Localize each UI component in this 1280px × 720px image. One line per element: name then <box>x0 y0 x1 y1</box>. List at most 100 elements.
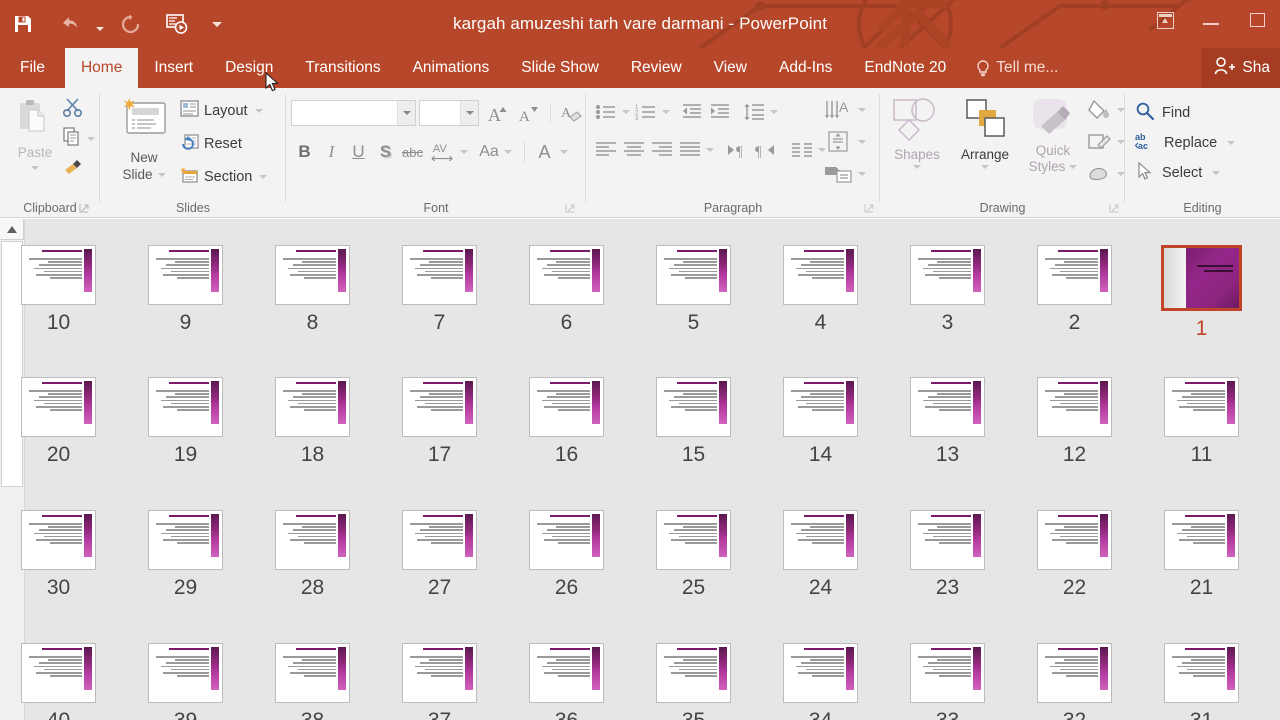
slide-thumbnail-12[interactable]: 12 <box>1018 377 1131 467</box>
bold-button[interactable]: B <box>291 137 318 167</box>
slide-thumbnail-39[interactable]: 39 <box>129 643 242 720</box>
slide-thumbnail-8[interactable]: 8 <box>256 245 369 335</box>
bullets-dropdown-icon[interactable] <box>620 98 632 126</box>
slide-thumbnail-1[interactable]: 1 <box>1145 245 1258 341</box>
font-name-dropdown-icon[interactable] <box>397 101 415 125</box>
align-right-button[interactable] <box>648 136 676 164</box>
slide-thumbnail-5[interactable]: 5 <box>637 245 750 335</box>
change-case-button[interactable]: Aa <box>474 137 504 167</box>
decrease-indent-button[interactable] <box>678 98 706 126</box>
columns-button[interactable] <box>788 136 816 164</box>
reset-button[interactable]: Reset <box>180 127 280 160</box>
numbering-dropdown-icon[interactable] <box>660 98 672 126</box>
character-spacing-dropdown-icon[interactable] <box>460 150 468 154</box>
restore-icon[interactable] <box>1234 2 1280 38</box>
font-name-input[interactable] <box>292 105 397 121</box>
text-direction-button[interactable]: A <box>824 94 866 126</box>
slide-thumbnail-29[interactable]: 29 <box>129 510 242 600</box>
slide-thumbnail-14[interactable]: 14 <box>764 377 877 467</box>
slide-thumbnail-11[interactable]: 11 <box>1145 377 1258 467</box>
quick-styles-button[interactable]: Quick Styles <box>1022 96 1084 175</box>
cut-button[interactable] <box>62 94 102 124</box>
tab-home[interactable]: Home <box>64 48 139 88</box>
slide-thumbnail-9[interactable]: 9 <box>129 245 242 335</box>
decrease-font-size-button[interactable]: A <box>514 98 544 128</box>
font-size-combobox[interactable] <box>419 100 479 126</box>
shape-fill-button[interactable] <box>1086 94 1125 126</box>
scroll-up-button[interactable] <box>0 219 24 240</box>
paste-dropdown-icon[interactable] <box>31 166 39 170</box>
tab-view[interactable]: View <box>698 48 763 88</box>
slide-thumbnail-19[interactable]: 19 <box>129 377 242 467</box>
shapes-dropdown-icon[interactable] <box>913 165 921 169</box>
slide-thumbnail-22[interactable]: 22 <box>1018 510 1131 600</box>
section-dropdown-icon[interactable] <box>259 174 268 179</box>
slide-thumbnail-3[interactable]: 3 <box>891 245 1004 335</box>
tab-slide-show[interactable]: Slide Show <box>505 48 615 88</box>
slide-thumbnail-23[interactable]: 23 <box>891 510 1004 600</box>
numbering-button[interactable]: 123 <box>632 98 660 126</box>
font-size-dropdown-icon[interactable] <box>460 101 478 125</box>
tab-review[interactable]: Review <box>615 48 698 88</box>
replace-dropdown-icon[interactable] <box>1227 141 1236 145</box>
layout-dropdown-icon[interactable] <box>254 108 263 113</box>
font-dialog-launcher[interactable] <box>564 201 576 213</box>
slide-thumbnail-13[interactable]: 13 <box>891 377 1004 467</box>
slide-thumbnail-15[interactable]: 15 <box>637 377 750 467</box>
undo-dropdown-icon[interactable] <box>92 3 108 45</box>
tab-animations[interactable]: Animations <box>397 48 506 88</box>
shape-effects-button[interactable] <box>1086 158 1125 190</box>
arrange-dropdown-icon[interactable] <box>981 165 989 169</box>
drawing-dialog-launcher[interactable] <box>1108 201 1120 213</box>
slide-thumbnail-18[interactable]: 18 <box>256 377 369 467</box>
select-dropdown-icon[interactable] <box>1212 171 1221 175</box>
slide-thumbnail-31[interactable]: 31 <box>1145 643 1258 720</box>
slide-thumbnail-40[interactable]: 40 <box>2 643 115 720</box>
change-case-dropdown-icon[interactable] <box>504 150 512 154</box>
paste-button[interactable]: Paste <box>8 98 62 170</box>
slide-thumbnail-27[interactable]: 27 <box>383 510 496 600</box>
shape-outline-button[interactable] <box>1086 126 1125 158</box>
slide-thumbnail-38[interactable]: 38 <box>256 643 369 720</box>
slide-thumbnail-25[interactable]: 25 <box>637 510 750 600</box>
format-painter-button[interactable] <box>62 154 102 184</box>
copy-button[interactable] <box>62 124 102 154</box>
convert-to-smartart-dropdown-icon[interactable] <box>858 172 866 176</box>
tab-transitions[interactable]: Transitions <box>289 48 396 88</box>
tab-insert[interactable]: Insert <box>138 48 209 88</box>
slide-thumbnail-32[interactable]: 32 <box>1018 643 1131 720</box>
start-from-beginning-icon[interactable] <box>154 3 200 45</box>
new-slide-dropdown-icon[interactable] <box>157 172 166 177</box>
customize-quick-access-toolbar-icon[interactable] <box>200 3 234 45</box>
slide-thumbnail-24[interactable]: 24 <box>764 510 877 600</box>
new-slide-button[interactable]: New Slide <box>110 96 178 183</box>
text-direction-dropdown-icon[interactable] <box>858 108 866 112</box>
rtl-text-direction-button[interactable]: ¶ <box>752 136 780 164</box>
tab-design[interactable]: Design <box>209 48 289 88</box>
section-button[interactable]: Section <box>180 160 280 193</box>
align-text-button[interactable] <box>824 126 866 158</box>
copy-dropdown-icon[interactable] <box>87 137 95 141</box>
strikethrough-button[interactable]: abc <box>399 137 426 167</box>
line-spacing-button[interactable] <box>740 98 768 126</box>
ltr-text-direction-button[interactable]: ¶ <box>724 136 752 164</box>
select-button[interactable]: Select <box>1135 158 1235 188</box>
italic-button[interactable]: I <box>318 137 345 167</box>
slide-thumbnail-21[interactable]: 21 <box>1145 510 1258 600</box>
increase-font-size-button[interactable]: A <box>484 98 514 128</box>
slide-thumbnail-17[interactable]: 17 <box>383 377 496 467</box>
find-button[interactable]: Find <box>1135 98 1235 128</box>
slide-thumbnail-7[interactable]: 7 <box>383 245 496 335</box>
slide-thumbnail-34[interactable]: 34 <box>764 643 877 720</box>
tell-me-box[interactable]: Tell me... <box>962 48 1074 88</box>
slide-thumbnail-28[interactable]: 28 <box>256 510 369 600</box>
ribbon-display-options-icon[interactable] <box>1142 2 1188 38</box>
clipboard-dialog-launcher[interactable] <box>78 201 90 213</box>
save-icon[interactable] <box>0 3 46 45</box>
justify-dropdown-icon[interactable] <box>704 136 716 164</box>
redo-icon[interactable] <box>108 3 154 45</box>
clear-formatting-button[interactable]: A <box>557 98 587 128</box>
line-spacing-dropdown-icon[interactable] <box>768 98 780 126</box>
slide-thumbnail-33[interactable]: 33 <box>891 643 1004 720</box>
slide-thumbnail-6[interactable]: 6 <box>510 245 623 335</box>
